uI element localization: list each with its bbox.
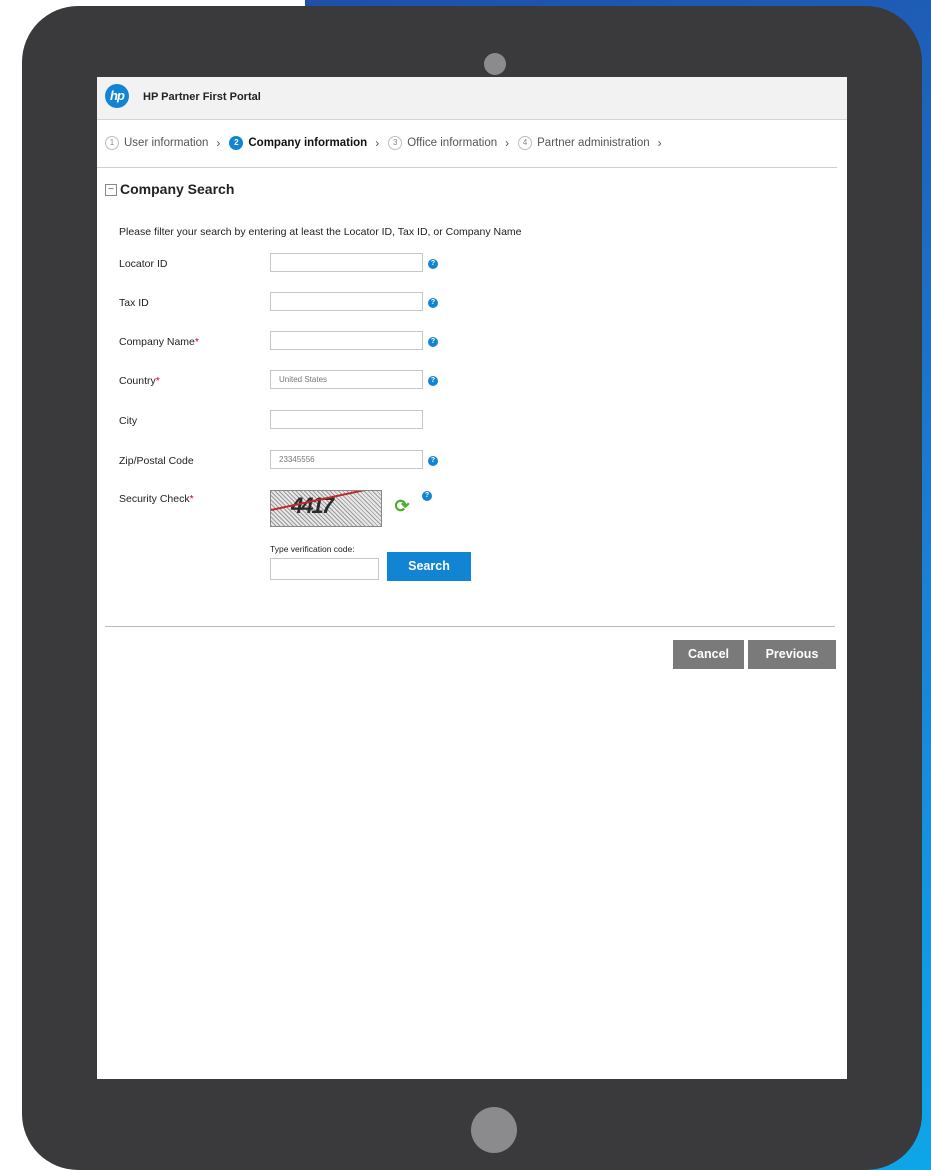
camera-icon <box>484 53 506 75</box>
locator-id-input[interactable] <box>270 253 423 272</box>
screen: hp HP Partner First Portal 1 User inform… <box>97 77 847 1079</box>
portal-header: hp HP Partner First Portal <box>97 77 847 120</box>
refresh-icon[interactable]: ⟳ <box>393 497 411 515</box>
home-button[interactable] <box>471 1107 517 1153</box>
label-text: Company Name <box>119 336 195 348</box>
label-text: City <box>119 415 138 427</box>
step-label: Office information <box>407 137 498 149</box>
help-icon[interactable]: ? <box>428 337 438 347</box>
chevron-right-icon: › <box>505 136 510 150</box>
previous-button[interactable]: Previous <box>748 640 836 669</box>
captcha-image: 4417 <box>270 490 382 527</box>
step-user-information[interactable]: 1 User information <box>105 136 208 150</box>
step-partner-administration[interactable]: 4 Partner administration <box>518 136 650 150</box>
required-marker: * <box>194 336 199 348</box>
step-number: 3 <box>388 136 403 150</box>
instructions-text: Please filter your search by entering at… <box>119 226 522 238</box>
help-icon[interactable]: ? <box>428 376 438 386</box>
security-check-label: Security Check* <box>119 493 194 505</box>
hp-logo-icon[interactable]: hp <box>105 84 129 108</box>
country-label: Country* <box>119 375 160 387</box>
chevron-right-icon: › <box>375 136 380 150</box>
tax-id-label: Tax ID <box>119 297 149 309</box>
progress-steps: 1 User information › 2 Company informati… <box>105 135 671 151</box>
company-name-label: Company Name* <box>119 336 199 348</box>
divider <box>97 167 837 168</box>
cancel-button[interactable]: Cancel <box>673 640 744 669</box>
step-label: User information <box>124 137 209 149</box>
tax-id-input[interactable] <box>270 292 423 311</box>
step-number: 4 <box>518 136 533 150</box>
verification-label: Type verification code: <box>270 544 355 554</box>
divider <box>105 626 835 627</box>
help-icon[interactable]: ? <box>428 259 438 269</box>
city-input[interactable] <box>270 410 423 429</box>
label-text: Security Check <box>119 493 190 505</box>
company-name-input[interactable] <box>270 331 423 350</box>
label-text: Tax ID <box>119 297 149 309</box>
collapse-icon[interactable]: − <box>105 184 117 196</box>
help-icon[interactable]: ? <box>422 491 432 501</box>
search-button[interactable]: Search <box>387 552 471 581</box>
label-text: Zip/Postal Code <box>119 455 194 467</box>
locator-id-label: Locator ID <box>119 258 167 270</box>
zip-label: Zip/Postal Code <box>119 455 194 467</box>
label-text: Locator ID <box>119 258 168 270</box>
step-office-information[interactable]: 3 Office information <box>388 136 497 150</box>
step-label: Company information <box>248 137 368 149</box>
required-marker: * <box>189 493 194 505</box>
portal-title: HP Partner First Portal <box>143 91 261 103</box>
verification-code-input[interactable] <box>270 558 379 580</box>
step-number: 2 <box>229 136 244 150</box>
step-number: 1 <box>105 136 119 150</box>
required-marker: * <box>155 375 160 387</box>
help-icon[interactable]: ? <box>428 298 438 308</box>
label-text: Country <box>119 375 156 387</box>
city-label: City <box>119 415 137 427</box>
section-title: Company Search <box>120 181 235 197</box>
chevron-right-icon: › <box>657 136 662 150</box>
zip-input[interactable] <box>270 450 423 469</box>
country-input[interactable] <box>270 370 423 389</box>
step-label: Partner administration <box>537 137 650 149</box>
step-company-information[interactable]: 2 Company information <box>229 136 367 150</box>
help-icon[interactable]: ? <box>428 456 438 466</box>
chevron-right-icon: › <box>216 136 221 150</box>
